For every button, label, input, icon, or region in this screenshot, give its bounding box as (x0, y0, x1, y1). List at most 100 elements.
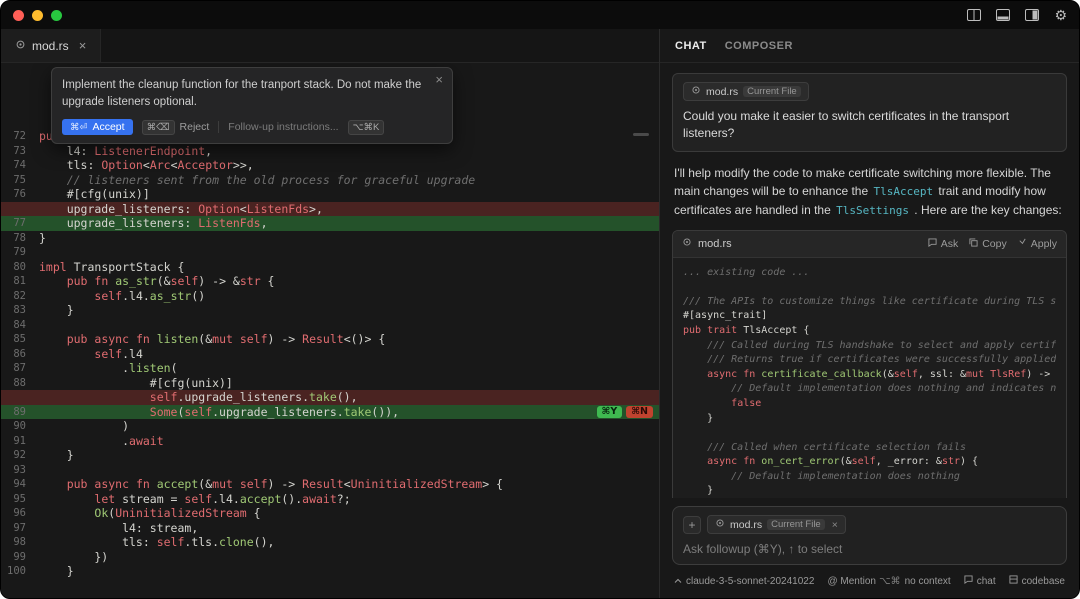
code-line (683, 426, 1056, 441)
code-text: self.upgrade_listeners.take(), (39, 390, 659, 405)
line-number: 82 (1, 289, 39, 304)
code-line: 94 pub async fn accept(&mut self) -> Res… (1, 477, 659, 492)
accept-diff-badge[interactable]: ⌘Y (597, 406, 623, 418)
code-line: 97 l4: stream, (1, 521, 659, 536)
tab-composer[interactable]: COMPOSER (725, 40, 793, 52)
followup-instructions-input[interactable]: Follow-up instructions... (228, 121, 338, 133)
code-line: 92 } (1, 448, 659, 463)
chat-submit-button[interactable]: chat (964, 575, 996, 587)
code-text (683, 280, 1056, 295)
remove-context-icon[interactable]: × (832, 519, 838, 531)
code-line: 88 #[cfg(unix)] (1, 376, 659, 391)
line-number: 79 (1, 245, 39, 260)
code-line (683, 280, 1056, 295)
minimize-window-button[interactable] (32, 10, 43, 21)
code-line: } (683, 412, 1056, 427)
close-window-button[interactable] (13, 10, 24, 21)
code-text: // listeners sent from the old process f… (39, 173, 659, 188)
code-text: self.l4 (39, 347, 659, 362)
inline-code-tlsaccept: TlsAccept (873, 185, 933, 198)
code-text: #[cfg(unix)] (39, 376, 659, 391)
toggle-bottom-panel-icon[interactable] (996, 9, 1010, 21)
line-number: 84 (1, 318, 39, 333)
code-line: 93 (1, 463, 659, 478)
code-line: 76 #[cfg(unix)] (1, 187, 659, 202)
code-line: } (683, 484, 1056, 498)
code-line: ... existing code ... (683, 266, 1056, 281)
code-text: }) (39, 550, 659, 565)
divider (218, 121, 219, 133)
file-context-chip[interactable]: mod.rs Current File (683, 82, 809, 101)
code-line: 86 self.l4 (1, 347, 659, 362)
code-text: } (683, 412, 1056, 427)
add-context-button[interactable]: + (683, 516, 701, 534)
code-line: 95 let stream = self.l4.accept().await?; (1, 492, 659, 507)
code-text: pub fn as_str(&self) -> &str { (39, 274, 659, 289)
chat-input-card[interactable]: + mod.rs Current File × Ask followup (⌘Y… (672, 506, 1067, 565)
code-line: 78} (1, 231, 659, 246)
rust-file-icon (715, 518, 725, 531)
ask-button[interactable]: Ask (928, 238, 959, 250)
code-text (39, 245, 659, 260)
codebase-icon (1009, 575, 1018, 587)
assistant-message: I'll help modify the code to make certif… (674, 164, 1065, 220)
code-text: // Default implementation does nothing a… (683, 382, 1056, 397)
line-number: 85 (1, 332, 39, 347)
code-block-actions: Ask Copy Apply (928, 238, 1057, 250)
accept-button[interactable]: ⌘⏎ Accept (62, 119, 133, 135)
line-number: 98 (1, 535, 39, 550)
code-line: 100 } (1, 564, 659, 579)
line-number: 95 (1, 492, 39, 507)
line-number (1, 390, 39, 405)
inline-code-tlssettings: TlsSettings (836, 204, 909, 217)
tab-chat[interactable]: CHAT (675, 40, 707, 52)
line-number: 90 (1, 419, 39, 434)
code-line: false (683, 397, 1056, 412)
settings-gear-icon[interactable]: ⚙ (1054, 8, 1067, 22)
tab-mod-rs[interactable]: mod.rs × (1, 29, 101, 62)
codebase-submit-button[interactable]: codebase (1009, 575, 1065, 587)
no-context-toggle[interactable]: ⌥⌘ no context (879, 576, 951, 587)
apply-button[interactable]: Apply (1018, 238, 1057, 250)
code-line: 79 (1, 245, 659, 260)
popup-close-icon[interactable]: × (435, 72, 443, 87)
code-line: upgrade_listeners: Option<ListenFds>, (1, 202, 659, 217)
followup-input-placeholder[interactable]: Ask followup (⌘Y), ↑ to select (683, 542, 1056, 556)
code-line: pub trait TlsAccept { (683, 324, 1056, 339)
code-text (683, 426, 1056, 441)
code-line: 84 (1, 318, 659, 333)
reject-diff-badge[interactable]: ⌘N (626, 406, 653, 418)
code-text: false (683, 397, 1056, 412)
code-line: 73 l4: ListenerEndpoint, (1, 144, 659, 159)
line-number: 76 (1, 187, 39, 202)
reject-button[interactable]: ⌘⌫ Reject (142, 120, 210, 135)
line-number: 74 (1, 158, 39, 173)
ai-edit-prompt-text: Implement the cleanup function for the t… (62, 77, 442, 110)
code-editor[interactable]: Implement the cleanup function for the t… (1, 63, 659, 598)
code-text: Some(self.upgrade_listeners.take()), (39, 405, 659, 420)
zoom-window-button[interactable] (51, 10, 62, 21)
line-number: 89 (1, 405, 39, 420)
model-selector[interactable]: claude-3-5-sonnet-20241022 (674, 576, 814, 587)
input-file-chip[interactable]: mod.rs Current File × (707, 515, 846, 534)
scrollbar-thumb[interactable] (633, 133, 649, 136)
chat-tabbar: CHAT COMPOSER (660, 29, 1079, 63)
mention-button[interactable]: @ Mention (827, 576, 876, 587)
code-text: pub trait TlsAccept { (683, 324, 1056, 339)
user-message-text: Could you make it easier to switch certi… (683, 108, 1056, 143)
chip-file-name: mod.rs (706, 86, 738, 98)
toggle-right-sidebar-icon[interactable] (1025, 9, 1039, 21)
line-number: 86 (1, 347, 39, 362)
reject-kbd: ⌘⌫ (142, 120, 175, 135)
line-number: 72 (1, 129, 39, 144)
code-line: // Default implementation does nothing a… (683, 382, 1056, 397)
code-line: 75 // listeners sent from the old proces… (1, 173, 659, 188)
editor-tabbar: mod.rs × (1, 29, 659, 63)
rust-file-icon (15, 39, 26, 53)
copy-button[interactable]: Copy (969, 238, 1007, 250)
code-text: } (39, 448, 659, 463)
close-tab-icon[interactable]: × (79, 38, 87, 53)
rust-file-icon (691, 85, 701, 98)
split-editor-icon[interactable] (967, 9, 981, 21)
code-line: /// Called during TLS handshake to selec… (683, 339, 1056, 354)
